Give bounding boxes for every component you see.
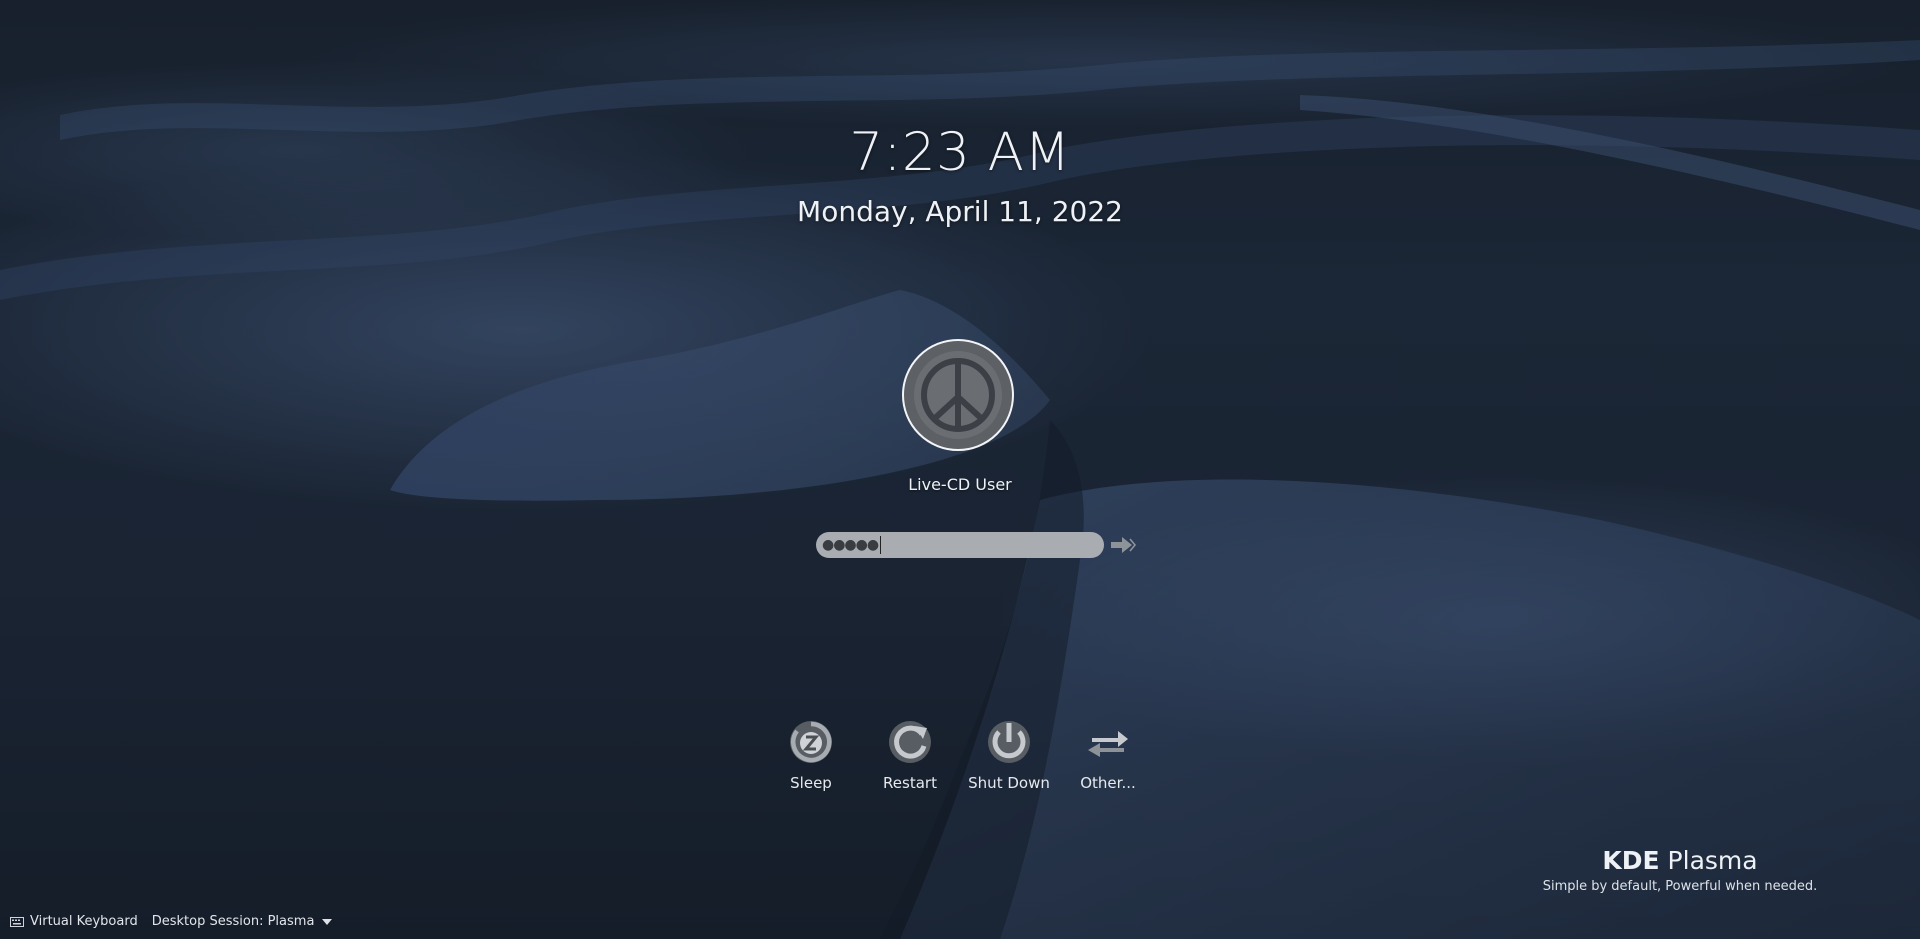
restart-icon bbox=[889, 721, 931, 763]
other-label: Other... bbox=[1080, 774, 1136, 792]
chevron-down-icon bbox=[322, 918, 333, 925]
keyboard-icon bbox=[10, 916, 24, 927]
user-name: Live-CD User bbox=[908, 475, 1012, 494]
shutdown-button[interactable]: Shut Down bbox=[959, 718, 1059, 792]
login-arrow-icon bbox=[1111, 537, 1137, 553]
shutdown-icon bbox=[988, 721, 1030, 763]
sleep-icon bbox=[790, 721, 832, 763]
password-masked-value: ●●●●● bbox=[822, 537, 879, 553]
shutdown-label: Shut Down bbox=[968, 774, 1050, 792]
virtual-keyboard-label: Virtual Keyboard bbox=[30, 914, 138, 929]
restart-label: Restart bbox=[883, 774, 937, 792]
peace-sign-icon bbox=[914, 351, 1002, 439]
kde-plasma-branding: KDE Plasma Simple by default, Powerful w… bbox=[1540, 846, 1820, 894]
user-avatar[interactable] bbox=[902, 339, 1014, 451]
text-caret bbox=[880, 536, 882, 554]
sleep-label: Sleep bbox=[790, 774, 832, 792]
password-field[interactable]: ●●●●● bbox=[816, 532, 1104, 558]
brand-tagline: Simple by default, Powerful when needed. bbox=[1542, 879, 1818, 894]
session-label: Desktop Session: Plasma bbox=[151, 914, 315, 929]
brand-bold: KDE bbox=[1602, 846, 1660, 875]
login-button[interactable] bbox=[1108, 532, 1138, 558]
clock-date: Monday, April 11, 2022 bbox=[797, 195, 1123, 228]
brand-light: Plasma bbox=[1667, 846, 1758, 875]
virtual-keyboard-button[interactable]: Virtual Keyboard bbox=[10, 914, 138, 929]
switch-user-icon bbox=[1088, 731, 1128, 757]
session-selector[interactable]: Desktop Session: Plasma bbox=[152, 914, 333, 929]
other-button[interactable]: Other... bbox=[1058, 718, 1158, 792]
clock-time: 7:23 AM bbox=[849, 122, 1071, 183]
sleep-button[interactable]: Sleep bbox=[761, 718, 861, 792]
footer-bar: Virtual Keyboard Desktop Session: Plasma bbox=[10, 914, 346, 929]
brand-title: KDE Plasma bbox=[1540, 846, 1820, 875]
restart-button[interactable]: Restart bbox=[860, 718, 960, 792]
